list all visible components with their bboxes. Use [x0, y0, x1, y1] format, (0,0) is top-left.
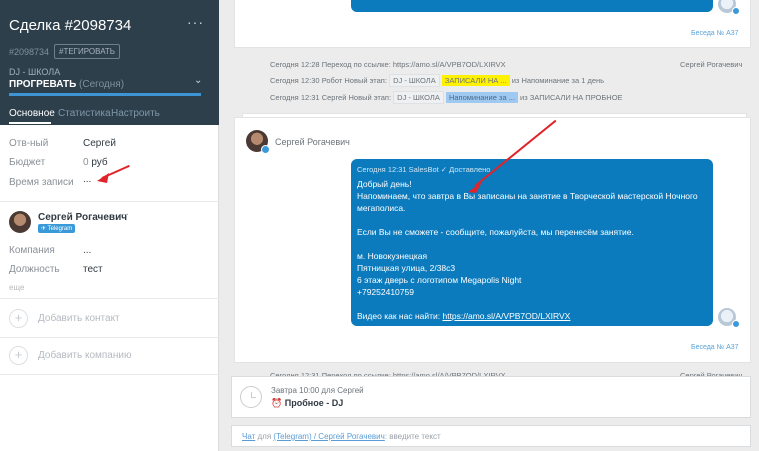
stage-tag: Напоминание за ...	[445, 92, 518, 103]
tab-statistics[interactable]: Статистика	[58, 108, 111, 119]
bot-status-dot	[732, 7, 740, 15]
plus-icon: +	[9, 346, 28, 365]
previous-message-bubble	[351, 0, 713, 12]
pipeline-tag: DJ - ШКОЛА	[389, 74, 440, 87]
lead-id: #2098734	[9, 47, 50, 57]
field-label-position: Должность	[9, 264, 60, 275]
lead-sidebar: Сделка #2098734 ··· #2098734 #ТЕГИРОВАТЬ…	[0, 0, 219, 451]
event-text: Переход по ссылке: https://amo.sl/A/VPB7…	[321, 60, 506, 69]
chevron-down-icon[interactable]: ⌄	[194, 75, 202, 86]
field-label-responsible: Отв-ный	[9, 138, 49, 149]
message-card: Сергей Рогачевич Сегодня 12:31 SalesBot …	[234, 117, 751, 363]
video-label: Видео как нас найти:	[357, 311, 443, 321]
stage-date: (Сегодня)	[79, 79, 125, 90]
chat-type-select[interactable]: Чат	[242, 432, 255, 441]
event-time: Сегодня 12:31	[270, 93, 320, 102]
lead-header: Сделка #2098734 ··· #2098734 #ТЕГИРОВАТЬ…	[0, 0, 219, 125]
task-due: Завтра 10:00 для Сергей	[271, 386, 364, 395]
pipeline-tag: DJ - ШКОЛА	[393, 91, 444, 104]
add-company-button[interactable]: + Добавить компанию	[9, 346, 209, 366]
composer-placeholder: : введите текст	[384, 432, 441, 441]
composer-for: для	[255, 432, 274, 441]
telegram-badge: ✈ Telegram	[38, 224, 76, 233]
event-link-click: Сегодня 12:28 Переход по ссылке: https:/…	[270, 60, 506, 69]
stage-progress-bar	[9, 93, 201, 96]
event-text: из Напоминание за 1 день	[511, 76, 605, 85]
alarm-icon: ⏰	[271, 398, 283, 408]
stage-select[interactable]: ПРОГРЕВАТЬ (Сегодня)	[9, 79, 124, 90]
message-author[interactable]: Сергей Рогачевич	[275, 137, 350, 147]
task-card[interactable]: Завтра 10:00 для Сергей ⏰ Пробное - DJ	[231, 376, 751, 418]
pipeline-name: DJ - ШКОЛА	[9, 67, 61, 77]
task-title: ⏰ Пробное - DJ	[271, 398, 343, 409]
divider	[0, 374, 219, 375]
event-text: Новый этап:	[344, 76, 387, 85]
field-value-position[interactable]: тест	[83, 264, 103, 275]
task-title-text: Пробное - DJ	[284, 398, 344, 408]
divider	[0, 337, 219, 338]
conversation-number[interactable]: Беседа № А37	[691, 30, 739, 37]
add-company-label: Добавить компанию	[38, 350, 132, 361]
recipient-select[interactable]: (Telegram) / Сергей Рогачевич	[273, 432, 384, 441]
add-tag-button[interactable]: #ТЕГИРОВАТЬ	[54, 44, 121, 59]
bot-status-dot	[732, 320, 740, 328]
tab-main[interactable]: Основное	[9, 108, 55, 119]
stage-progress-fill	[9, 93, 201, 96]
plus-icon: +	[9, 309, 28, 328]
message-composer[interactable]: Чат для (Telegram) / Сергей Рогачевич: в…	[231, 425, 751, 447]
event-actor: Робот	[321, 76, 343, 85]
composer-text[interactable]: Чат для (Telegram) / Сергей Рогачевич: в…	[242, 432, 441, 441]
activity-feed: Беседа № А37 Сегодня 12:28 Переход по сс…	[220, 0, 759, 451]
stage-tag: ЗАПИСАЛИ НА ...	[441, 75, 510, 86]
add-contact-label: Добавить контакт	[38, 313, 120, 324]
more-fields-link[interactable]: еще	[9, 283, 24, 292]
lead-title: Сделка #2098734	[9, 17, 132, 34]
field-value-booking-time[interactable]: ...	[83, 174, 91, 185]
field-label-booking-time: Время записи	[9, 177, 74, 188]
budget-amount: 0	[83, 157, 89, 168]
event-author[interactable]: Сергей Рогачевич	[680, 60, 742, 69]
event-text: из ЗАПИСАЛИ НА ПРОБНОЕ	[520, 93, 623, 102]
event-stage-change: Сегодня 12:30 Робот Новый этап: DJ - ШКО…	[270, 74, 605, 87]
field-value-company[interactable]: ...	[83, 245, 91, 256]
message-text: Добрый день! Напоминаем, что завтра в Вы…	[357, 178, 707, 322]
budget-currency: руб	[91, 157, 108, 168]
contact-menu-button[interactable]: ···	[119, 209, 129, 220]
message-bubble: Сегодня 12:31 SalesBot ✓ Доставлено Добр…	[351, 159, 713, 326]
active-tab-indicator	[9, 122, 51, 124]
add-contact-button[interactable]: + Добавить контакт	[9, 309, 209, 329]
field-label-company: Компания	[9, 245, 55, 256]
video-link[interactable]: https://amo.sl/A/VPB7OD/LXIRVX	[442, 311, 570, 321]
contact-name[interactable]: Сергей Рогачевич	[38, 212, 127, 223]
stage-name: ПРОГРЕВАТЬ	[9, 79, 77, 90]
event-actor: Сергей	[321, 93, 347, 102]
message-meta: Сегодня 12:31 SalesBot ✓ Доставлено	[357, 165, 491, 174]
field-label-budget: Бюджет	[9, 157, 46, 168]
message-body: Добрый день! Напоминаем, что завтра в Вы…	[357, 179, 698, 297]
tab-settings[interactable]: Настроить	[111, 108, 160, 119]
divider	[0, 201, 219, 202]
event-time: Сегодня 12:30	[270, 76, 320, 85]
field-value-budget[interactable]: 0 руб	[83, 157, 108, 168]
divider	[0, 298, 219, 299]
lead-tabs: Основное Статистика Настроить	[0, 104, 219, 125]
event-time: Сегодня 12:28	[270, 60, 320, 69]
previous-message-card: Беседа № А37	[234, 0, 751, 48]
clock-icon	[240, 386, 262, 408]
event-text: Новый этап:	[348, 93, 392, 102]
telegram-status-dot	[261, 145, 270, 154]
conversation-number[interactable]: Беседа № А37	[691, 344, 739, 351]
contact-avatar[interactable]	[9, 211, 31, 233]
event-stage-change: Сегодня 12:31 Сергей Новый этап: DJ - ШК…	[270, 91, 623, 104]
lead-menu-button[interactable]: ···	[187, 14, 204, 30]
field-value-responsible[interactable]: Сергей	[83, 138, 116, 149]
